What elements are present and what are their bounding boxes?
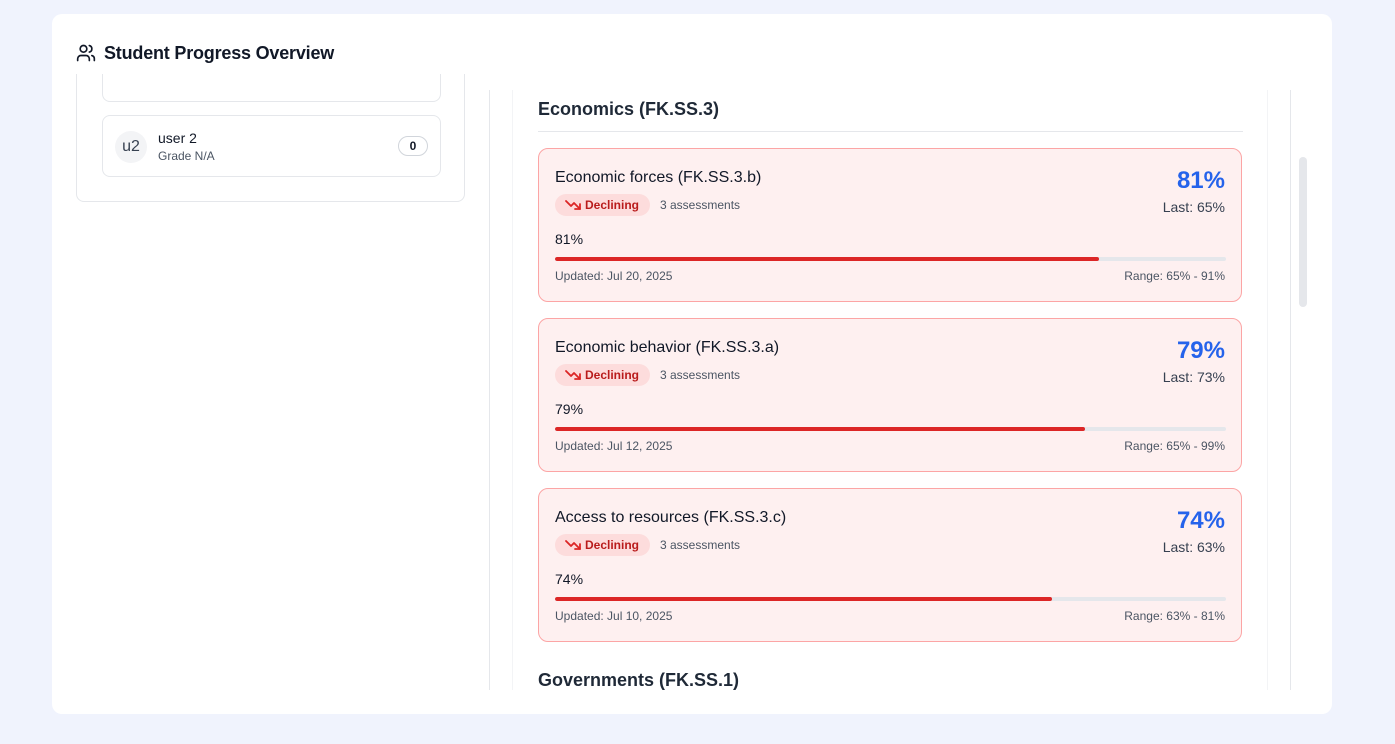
progress-bar [555, 427, 1226, 431]
progress-bar-fill [555, 257, 1099, 261]
users-icon [76, 44, 96, 62]
score-range: Range: 63% - 81% [1124, 609, 1225, 623]
avatar: u2 [115, 131, 147, 163]
updated-date: Updated: Jul 10, 2025 [555, 609, 673, 623]
trend-badge: Declining [555, 364, 651, 386]
page-title: Student Progress Overview [104, 42, 335, 63]
progress-bar-fill [555, 427, 1086, 431]
progress-overview-card: Student Progress Overview u2 user 2 Grad… [52, 14, 1332, 714]
standard-card[interactable]: Access to resources (FK.SS.3.c) Declinin… [538, 488, 1242, 642]
student-name: user 2 [158, 130, 197, 146]
assessment-count: 3 assessments [660, 198, 741, 212]
standard-name: Economic forces (FK.SS.3.b) [555, 169, 762, 186]
section-divider [538, 131, 1243, 132]
standard-name: Access to resources (FK.SS.3.c) [555, 509, 787, 526]
current-score: 81% [1176, 167, 1225, 194]
section-title: Governments (FK.SS.1) [538, 670, 740, 690]
standards-scroll-area[interactable]: Economics (FK.SS.3) Economic forces (FK.… [490, 90, 1290, 690]
count-badge: 0 [398, 136, 428, 156]
last-score: Last: 73% [1162, 369, 1225, 385]
scrollbar-track[interactable] [1290, 90, 1291, 690]
trend-badge: Declining [555, 534, 651, 556]
progress-label: 79% [555, 401, 584, 417]
standard-name: Economic behavior (FK.SS.3.a) [555, 339, 780, 356]
progress-label: 81% [555, 231, 584, 247]
card-header: Student Progress Overview [76, 42, 334, 64]
student-grade: Grade N/A [158, 149, 215, 163]
standard-card[interactable]: Economic forces (FK.SS.3.b) Declining 3 … [538, 148, 1242, 302]
updated-date: Updated: Jul 12, 2025 [555, 439, 673, 453]
trend-label: Declining [585, 538, 640, 552]
updated-date: Updated: Jul 20, 2025 [555, 269, 673, 283]
section-title: Economics (FK.SS.3) [538, 99, 720, 119]
current-score: 79% [1176, 337, 1225, 364]
student-item[interactable]: u2 user 2 Grade N/A 0 [102, 115, 441, 177]
student-item[interactable] [102, 74, 441, 102]
trending-down-icon [565, 540, 581, 550]
assessment-count: 3 assessments [660, 538, 741, 552]
score-range: Range: 65% - 99% [1124, 439, 1225, 453]
student-list[interactable]: u2 user 2 Grade N/A 0 [76, 74, 465, 202]
trending-down-icon [565, 200, 581, 210]
last-score: Last: 65% [1162, 199, 1225, 215]
trend-label: Declining [585, 198, 640, 212]
assessment-count: 3 assessments [660, 368, 741, 382]
last-score: Last: 63% [1162, 539, 1225, 555]
scrollbar-thumb[interactable] [1299, 157, 1307, 307]
score-range: Range: 65% - 91% [1124, 269, 1225, 283]
progress-bar [555, 597, 1226, 601]
trending-down-icon [565, 370, 581, 380]
standard-card[interactable]: Economic behavior (FK.SS.3.a) Declining … [538, 318, 1242, 472]
progress-label: 74% [555, 571, 584, 587]
progress-bar [555, 257, 1226, 261]
trend-badge: Declining [555, 194, 651, 216]
current-score: 74% [1176, 507, 1225, 534]
trend-label: Declining [585, 368, 640, 382]
progress-bar-fill [555, 597, 1052, 601]
